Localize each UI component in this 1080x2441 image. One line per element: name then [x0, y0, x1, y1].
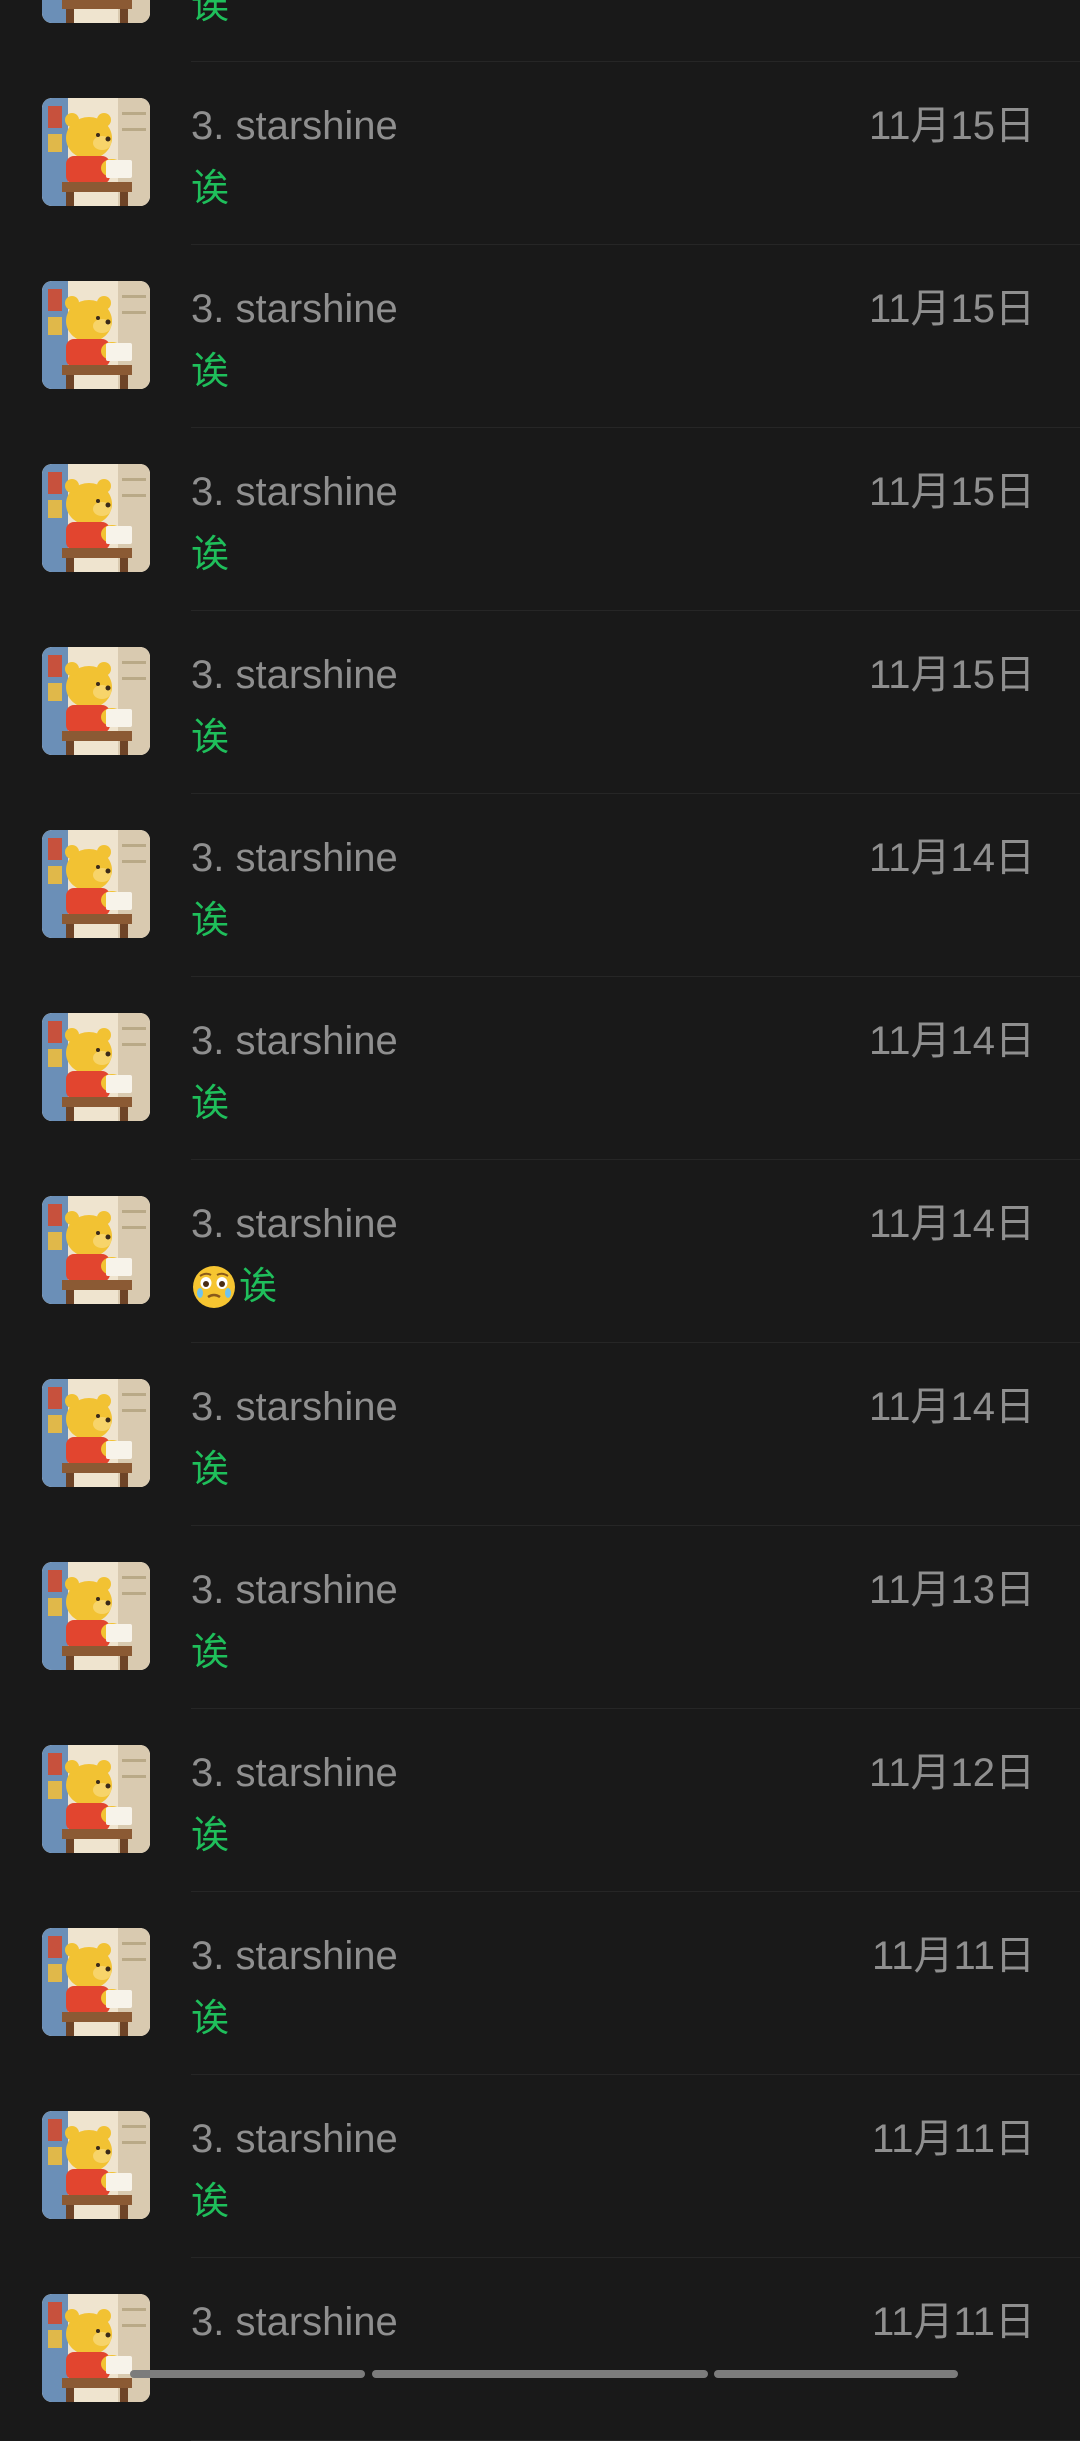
contact-name: 3. starshine [191, 653, 398, 697]
message-date: 11月14日 [868, 1019, 1035, 1063]
message-text: 诶 [191, 0, 230, 27]
message-date: 11月15日 [868, 470, 1035, 514]
chat-list-item[interactable]: 3. starshine 11月11日 [0, 2258, 1080, 2441]
message-text: 诶 [191, 1998, 230, 2040]
message-preview: 诶 [191, 1812, 229, 1860]
message-preview: 诶 [191, 0, 229, 30]
contact-name: 3. starshine [191, 287, 398, 331]
winnie-the-pooh-avatar-icon[interactable] [42, 2111, 150, 2219]
winnie-the-pooh-avatar-icon[interactable] [42, 1745, 150, 1853]
message-text: 诶 [191, 2181, 230, 2223]
message-preview: 诶 [191, 1446, 229, 1494]
chat-list: 3. starshine 11月15日 诶 [0, 0, 1080, 2441]
chat-list-item[interactable]: 3. starshine 11月15日 诶 [0, 0, 1080, 62]
contact-name: 3. starshine [191, 836, 398, 880]
chat-list-item[interactable]: 3. starshine 11月15日 诶 [0, 245, 1080, 428]
winnie-the-pooh-avatar-icon[interactable] [42, 1928, 150, 2036]
contact-name: 3. starshine [191, 2300, 398, 2344]
winnie-the-pooh-avatar-icon[interactable] [42, 830, 150, 938]
winnie-the-pooh-avatar-icon[interactable] [42, 1562, 150, 1670]
contact-name: 3. starshine [191, 1202, 398, 1246]
message-date: 11月14日 [868, 1202, 1035, 1246]
message-text: 诶 [191, 351, 230, 393]
chat-list-item[interactable]: 3. starshine 11月11日 诶 [0, 1892, 1080, 2075]
contact-name: 3. starshine [191, 470, 398, 514]
message-date: 11月12日 [868, 1751, 1035, 1795]
message-date: 11月15日 [868, 287, 1035, 331]
chat-list-item[interactable]: 3. starshine 11月11日 诶 [0, 2075, 1080, 2258]
winnie-the-pooh-avatar-icon[interactable] [42, 1013, 150, 1121]
message-preview: 诶 [191, 1629, 229, 1677]
winnie-the-pooh-avatar-icon[interactable] [42, 98, 150, 206]
chat-list-item[interactable]: 3. starshine 11月13日 诶 [0, 1526, 1080, 1709]
message-preview: 诶 [191, 1995, 229, 2043]
winnie-the-pooh-avatar-icon[interactable] [42, 2294, 150, 2402]
message-preview: 诶 [191, 2178, 229, 2226]
contact-name: 3. starshine [191, 104, 398, 148]
horizontal-scrollbar[interactable] [0, 2370, 1080, 2380]
message-preview: 诶 [191, 1080, 229, 1128]
contact-name: 3. starshine [191, 1751, 398, 1795]
winnie-the-pooh-avatar-icon[interactable] [42, 281, 150, 389]
contact-name: 3. starshine [191, 2117, 398, 2161]
winnie-the-pooh-avatar-icon[interactable] [42, 1196, 150, 1304]
winnie-the-pooh-avatar-icon[interactable] [42, 0, 150, 23]
winnie-the-pooh-avatar-icon[interactable] [42, 1379, 150, 1487]
message-text: 诶 [191, 1449, 230, 1491]
chat-list-item[interactable]: 3. starshine 11月14日 诶 [0, 977, 1080, 1160]
message-text: 诶 [191, 1632, 230, 1674]
message-preview: 诶 [191, 1263, 277, 1311]
message-preview: 诶 [191, 531, 229, 579]
chat-list-item[interactable]: 3. starshine 11月14日 诶 [0, 1160, 1080, 1343]
message-text: 诶 [191, 900, 230, 942]
contact-name: 3. starshine [191, 1385, 398, 1429]
chat-list-item[interactable]: 3. starshine 11月15日 诶 [0, 428, 1080, 611]
contact-name: 3. starshine [191, 1934, 398, 1978]
scrollbar-segment[interactable] [372, 2370, 708, 2378]
chat-list-item[interactable]: 3. starshine 11月15日 诶 [0, 62, 1080, 245]
message-text: 诶 [239, 1266, 278, 1308]
message-date: 11月11日 [871, 1934, 1035, 1978]
message-date: 11月15日 [868, 104, 1035, 148]
contact-name: 3. starshine [191, 1568, 398, 1612]
message-date: 11月15日 [868, 653, 1035, 697]
message-date: 11月14日 [868, 836, 1035, 880]
scrollbar-segment[interactable] [714, 2370, 958, 2378]
message-date: 11月13日 [868, 1568, 1035, 1612]
message-text: 诶 [191, 717, 230, 759]
message-text: 诶 [191, 168, 230, 210]
message-preview: 诶 [191, 165, 229, 213]
message-text: 诶 [191, 1083, 230, 1125]
chat-list-item[interactable]: 3. starshine 11月15日 诶 [0, 611, 1080, 794]
message-date: 11月14日 [868, 1385, 1035, 1429]
message-preview: 诶 [191, 348, 229, 396]
message-preview: 诶 [191, 714, 229, 762]
winnie-the-pooh-avatar-icon[interactable] [42, 647, 150, 755]
scrollbar-segment[interactable] [130, 2370, 365, 2378]
chat-list-item[interactable]: 3. starshine 11月14日 诶 [0, 794, 1080, 977]
winnie-the-pooh-avatar-icon[interactable] [42, 464, 150, 572]
chat-list-item[interactable]: 3. starshine 11月14日 诶 [0, 1343, 1080, 1526]
teary-face-emoji-icon [191, 1264, 237, 1310]
message-date: 11月11日 [871, 2300, 1035, 2344]
message-text: 诶 [191, 534, 230, 576]
chat-list-item[interactable]: 3. starshine 11月12日 诶 [0, 1709, 1080, 1892]
contact-name: 3. starshine [191, 1019, 398, 1063]
message-text: 诶 [191, 1815, 230, 1857]
message-date: 11月11日 [871, 2117, 1035, 2161]
message-preview: 诶 [191, 897, 229, 945]
